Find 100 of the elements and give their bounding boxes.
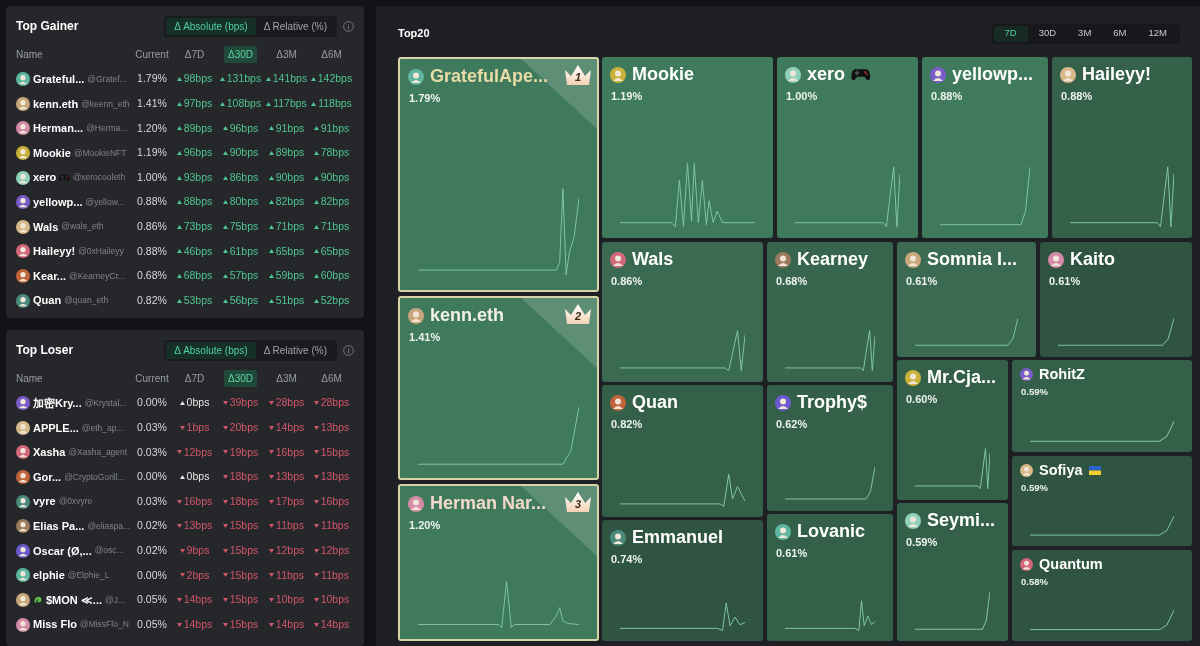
- user-name[interactable]: Miss Flo: [33, 616, 77, 633]
- avatar-icon: [16, 445, 30, 460]
- mode-tab[interactable]: Δ Absolute (bps): [166, 341, 256, 359]
- table-cell-text: 11bps: [321, 518, 349, 534]
- treemap-tile[interactable]: kenn.eth 2 1.41%: [398, 296, 599, 480]
- treemap-tile[interactable]: Somnia I... 0.61%: [897, 242, 1036, 357]
- treemap-tile[interactable]: Seymi... 0.59%: [897, 503, 1008, 641]
- column-header[interactable]: Δ6M: [317, 46, 346, 63]
- treemap-tile[interactable]: Mr.Cja... 0.60%: [897, 360, 1008, 500]
- table-cell: 18bps: [229, 469, 259, 485]
- column-header[interactable]: Δ3M: [272, 46, 301, 63]
- caret-down-icon: [176, 499, 182, 504]
- caret-down-icon: [313, 475, 319, 480]
- user-name[interactable]: APPLE...: [33, 419, 79, 437]
- user-name[interactable]: vyre: [33, 493, 56, 510]
- caret-up-icon: [176, 126, 182, 131]
- treemap-tile[interactable]: Wals 0.86%: [602, 242, 763, 382]
- period-tab[interactable]: 12M: [1137, 25, 1178, 42]
- user-name[interactable]: 加密Kry...: [33, 395, 82, 412]
- treemap-tile[interactable]: Trophy$ 0.62%: [767, 385, 893, 511]
- user-name[interactable]: Mookie: [33, 144, 71, 162]
- user-name[interactable]: Grateful...: [33, 71, 85, 88]
- tile-name: GratefulApe...: [430, 66, 549, 88]
- caret-down-icon: [222, 475, 228, 480]
- column-header[interactable]: Name: [16, 48, 47, 61]
- caret-down-icon: [268, 598, 274, 603]
- tile-name: Quan: [632, 392, 678, 414]
- mode-tab[interactable]: Δ Relative (%): [255, 341, 335, 359]
- treemap-tile[interactable]: Kaito 0.61%: [1040, 242, 1192, 357]
- period-tab[interactable]: 6M: [1102, 25, 1138, 42]
- caret-up-icon: [179, 475, 185, 480]
- info-icon[interactable]: [343, 20, 354, 32]
- caret-up-icon: [222, 126, 228, 131]
- period-tab[interactable]: 7D: [993, 25, 1028, 42]
- caret-down-icon: [222, 401, 228, 406]
- column-header[interactable]: Name: [16, 372, 47, 385]
- user-name[interactable]: Gor...: [33, 468, 62, 486]
- user-name[interactable]: Haileyy!: [33, 243, 76, 260]
- column-header[interactable]: Δ6M: [317, 370, 346, 387]
- caret-down-icon: [179, 548, 185, 553]
- treemap-tile[interactable]: Haileyy! 0.88%: [1052, 57, 1192, 238]
- user-handle: @MissFlo_N: [80, 618, 129, 631]
- user-handle: @Xasha_agent: [68, 446, 128, 459]
- column-header[interactable]: Δ30D: [224, 46, 257, 63]
- column-header[interactable]: Current: [131, 46, 173, 63]
- caret-up-icon: [268, 298, 274, 303]
- period-tab[interactable]: 3M: [1067, 25, 1103, 42]
- treemap-tile[interactable]: Emmanuel 0.74%: [602, 520, 763, 641]
- table-cell-text: 91bps: [275, 120, 305, 136]
- user-name[interactable]: Kear...: [33, 267, 67, 285]
- table-cell-text: 93bps: [183, 169, 213, 185]
- gamepad-icon: [59, 173, 70, 182]
- user-name[interactable]: yellowp...: [33, 194, 83, 211]
- user-name[interactable]: $MON ≪...: [46, 591, 102, 609]
- treemap-tile[interactable]: Kearney 0.68%: [767, 242, 893, 382]
- treemap-tile[interactable]: RohitZ 0.59%: [1012, 360, 1192, 452]
- column-header[interactable]: Δ7D: [180, 46, 209, 63]
- treemap-tile[interactable]: Quantum 0.58%: [1012, 550, 1192, 641]
- user-name[interactable]: kenn.eth: [33, 95, 79, 113]
- column-header[interactable]: Current: [131, 370, 173, 387]
- column-header[interactable]: Δ7D: [180, 370, 209, 387]
- user-name[interactable]: Xasha: [33, 444, 66, 461]
- avatar-icon: [16, 121, 30, 136]
- tile-name: Seymi...: [927, 510, 996, 532]
- avatar-icon: [930, 66, 946, 83]
- user-name[interactable]: Oscar (Ø,...: [33, 542, 92, 560]
- tile-share: 0.82%: [610, 416, 644, 432]
- table-cell-text: 88bps: [183, 194, 213, 210]
- mode-tab[interactable]: Δ Relative (%): [255, 17, 335, 35]
- table-cell-text: 28bps: [275, 395, 305, 411]
- user-name[interactable]: Wals: [33, 218, 59, 236]
- user-handle: @MookieNFT: [73, 146, 127, 160]
- user-name[interactable]: xero: [33, 169, 57, 186]
- period-tab[interactable]: 30D: [1027, 25, 1068, 42]
- user-name[interactable]: Herman...: [33, 120, 84, 137]
- treemap-tile[interactable]: Mookie 1.19%: [602, 57, 773, 238]
- treemap-tile[interactable]: xero 1.00%: [777, 57, 918, 238]
- rank-number: 2: [573, 311, 583, 322]
- user-name[interactable]: Elias Pa...: [33, 518, 85, 535]
- user-name[interactable]: Quan: [33, 292, 62, 309]
- treemap-tile[interactable]: yellowp... 0.88%: [922, 57, 1048, 238]
- column-header[interactable]: Δ30D: [224, 370, 257, 387]
- table-cell-text: 12bps: [320, 543, 350, 558]
- dragon-icon: [33, 595, 43, 606]
- treemap-tile[interactable]: Herman Nar... 3 1.20%: [398, 484, 599, 641]
- tile-share: 0.61%: [775, 545, 809, 561]
- mode-tab[interactable]: Δ Absolute (bps): [166, 17, 256, 35]
- treemap-tile[interactable]: Lovanic 0.61%: [767, 514, 893, 641]
- column-header[interactable]: Δ3M: [272, 370, 301, 387]
- info-icon[interactable]: [343, 344, 354, 356]
- caret-up-icon: [310, 77, 316, 82]
- table-cell-text: 0.03%: [136, 420, 168, 435]
- user-name[interactable]: elphie: [33, 567, 65, 584]
- table-cell-text: 17bps: [275, 493, 305, 509]
- caret-down-icon: [176, 622, 182, 627]
- table-cell-text: 80bps: [229, 194, 259, 210]
- treemap-tile[interactable]: GratefulApe... 1 1.79%: [398, 57, 599, 292]
- avatar-icon: [408, 68, 424, 85]
- treemap-tile[interactable]: Quan 0.82%: [602, 385, 763, 517]
- treemap-tile[interactable]: Sofiya 0.59%: [1012, 456, 1192, 546]
